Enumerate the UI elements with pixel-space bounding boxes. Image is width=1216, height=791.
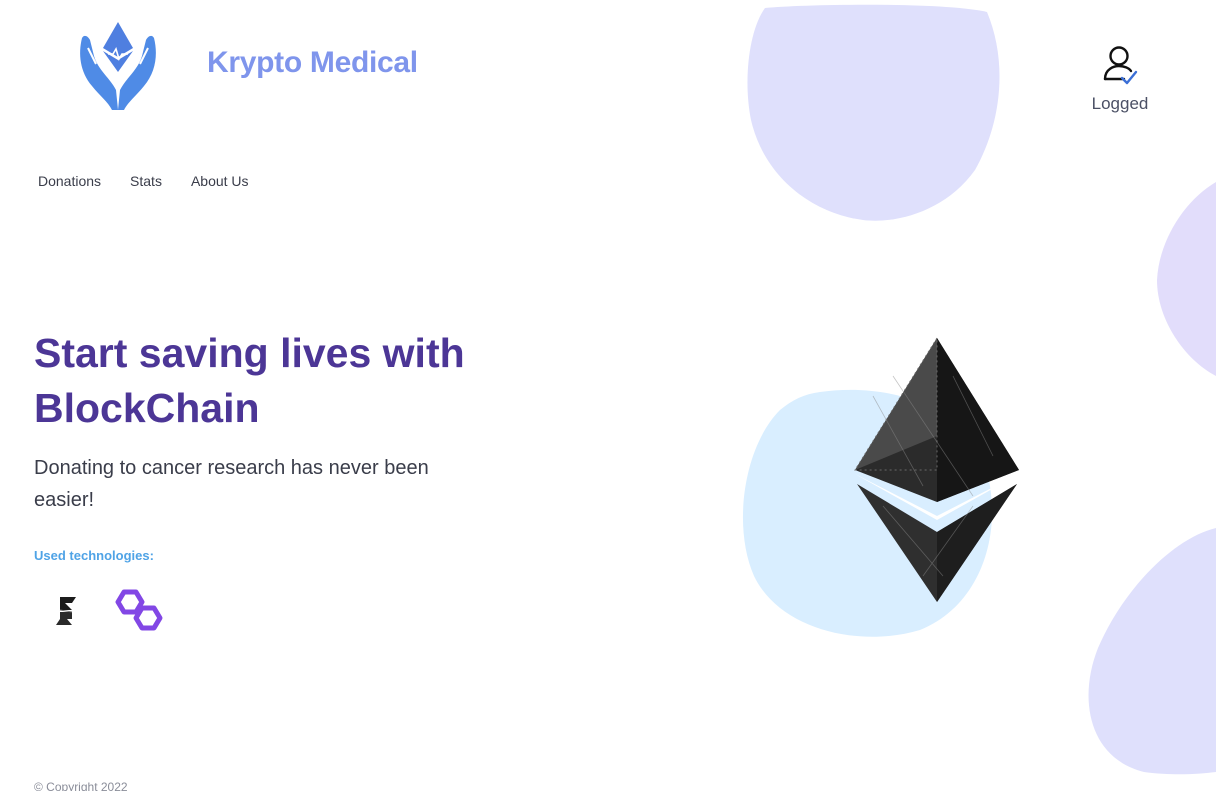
hero-title-line1: Start saving lives with	[34, 330, 465, 376]
right-edge-blob-top	[1157, 182, 1216, 376]
tech-label: Used technologies:	[34, 548, 154, 563]
top-blob	[747, 4, 1000, 221]
user-status[interactable]: Logged	[1088, 44, 1152, 114]
brand-name[interactable]: Krypto Medical	[207, 46, 418, 80]
polygon-icon	[115, 589, 163, 631]
nav-donations-link[interactable]: Donations	[38, 173, 101, 189]
ethereum-logo-icon	[854, 336, 1019, 602]
hero-title: Start saving lives with BlockChain	[34, 326, 554, 436]
nav-about-us-link[interactable]: About Us	[191, 173, 249, 189]
landing-page: Krypto Medical Donations Stats About Us …	[0, 0, 1216, 791]
hero-title-line2: BlockChain	[34, 385, 260, 431]
main-nav: Donations Stats About Us	[38, 173, 249, 189]
nav-stats-link[interactable]: Stats	[130, 173, 162, 189]
user-status-label: Logged	[1091, 94, 1149, 113]
right-edge-blob-bottom	[1088, 528, 1216, 775]
logo-hands-ethereum-icon	[80, 22, 156, 111]
solana-icon	[56, 597, 76, 625]
footer-copyright: © Copyright 2022	[34, 780, 128, 791]
user-check-icon	[1103, 46, 1138, 85]
hero-subtitle: Donating to cancer research has never be…	[34, 457, 429, 511]
